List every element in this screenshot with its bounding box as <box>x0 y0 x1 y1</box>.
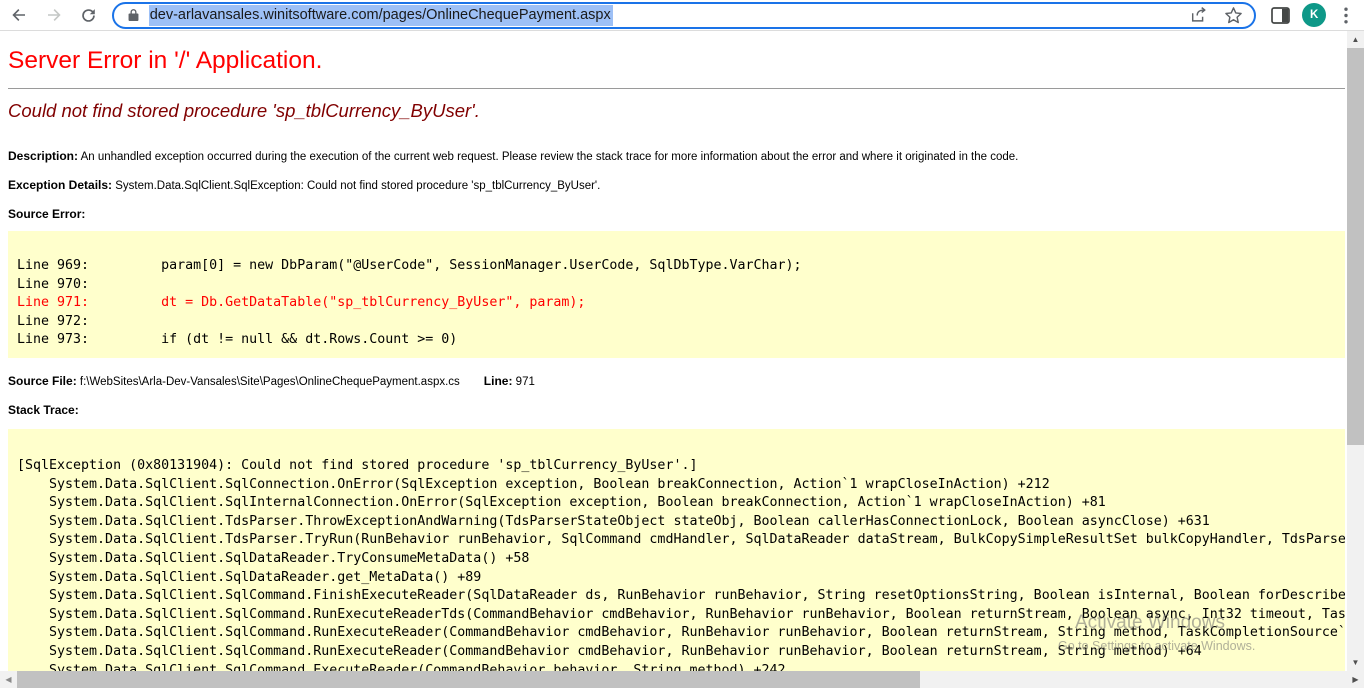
source-file-row: Source File: f:\WebSites\Arla-Dev-Vansal… <box>8 374 1345 389</box>
exception-label: Exception Details: <box>8 178 112 192</box>
stack-trace-code: [SqlException (0x80131904): Could not fi… <box>8 429 1345 688</box>
scroll-left-arrow-icon[interactable]: ◀ <box>0 671 17 688</box>
horizontal-scrollbar-thumb[interactable] <box>17 671 920 688</box>
stack-trace-line: System.Data.SqlClient.SqlCommand.FinishE… <box>17 587 1337 606</box>
scroll-up-arrow-icon[interactable]: ▲ <box>1347 31 1364 48</box>
vertical-scrollbar[interactable]: ▲ ▼ <box>1347 31 1364 671</box>
stack-trace-line: System.Data.SqlClient.SqlDataReader.TryC… <box>17 550 1337 569</box>
source-code-line: Line 973: if (dt != null && dt.Rows.Coun… <box>17 331 1337 350</box>
line-label: Line: <box>484 374 513 388</box>
share-icon[interactable] <box>1188 4 1210 26</box>
stack-trace-line: [SqlException (0x80131904): Could not fi… <box>17 457 1337 476</box>
source-code-line: Line 972: <box>17 313 1337 332</box>
vertical-scrollbar-thumb[interactable] <box>1347 48 1364 445</box>
back-icon[interactable] <box>9 5 29 25</box>
source-error-code: Line 969: param[0] = new DbParam("@UserC… <box>8 231 1345 358</box>
exception-row: Exception Details: System.Data.SqlClient… <box>8 178 1345 193</box>
description-row: Description: An unhandled exception occu… <box>8 149 1345 164</box>
stack-trace-line: System.Data.SqlClient.TdsParser.ThrowExc… <box>17 513 1337 532</box>
source-file-label: Source File: <box>8 374 77 388</box>
browser-toolbar: dev-arlavansales.winitsoftware.com/pages… <box>0 0 1364 31</box>
error-page: Server Error in '/' Application. Could n… <box>0 31 1347 688</box>
source-code-line: Line 971: dt = Db.GetDataTable("sp_tblCu… <box>17 294 1337 313</box>
divider <box>8 88 1345 89</box>
stack-trace-line: System.Data.SqlClient.SqlCommand.RunExec… <box>17 606 1337 625</box>
forward-icon[interactable] <box>44 5 64 25</box>
description-text: An unhandled exception occurred during t… <box>81 151 1019 163</box>
exception-text: System.Data.SqlClient.SqlException: Coul… <box>115 180 600 192</box>
description-label: Description: <box>8 149 78 163</box>
horizontal-scrollbar[interactable]: ◀ ▶ <box>0 671 1364 688</box>
source-file-path: f:\WebSites\Arla-Dev-Vansales\Site\Pages… <box>80 376 460 388</box>
stack-trace-heading: Stack Trace: <box>8 403 1345 418</box>
stack-trace-line: System.Data.SqlClient.SqlCommand.RunExec… <box>17 624 1337 643</box>
page-title: Server Error in '/' Application. <box>8 47 1345 75</box>
source-code-line: Line 970: <box>17 276 1337 295</box>
source-error-heading: Source Error: <box>8 207 1345 222</box>
line-number: 971 <box>516 376 535 388</box>
error-message: Could not find stored procedure 'sp_tblC… <box>8 99 1345 123</box>
menu-kebab-icon[interactable] <box>1336 5 1356 25</box>
url-text[interactable]: dev-arlavansales.winitsoftware.com/pages… <box>149 5 613 26</box>
address-bar[interactable]: dev-arlavansales.winitsoftware.com/pages… <box>112 2 1257 29</box>
reload-icon[interactable] <box>79 5 99 25</box>
source-code-line: Line 969: param[0] = new DbParam("@UserC… <box>17 257 1337 276</box>
scroll-down-arrow-icon[interactable]: ▼ <box>1347 654 1364 671</box>
lock-icon[interactable] <box>127 8 140 22</box>
profile-avatar[interactable]: K <box>1302 3 1326 27</box>
scroll-right-arrow-icon[interactable]: ▶ <box>1347 671 1364 688</box>
side-panel-icon[interactable] <box>1270 5 1290 25</box>
stack-trace-line: System.Data.SqlClient.SqlConnection.OnEr… <box>17 476 1337 495</box>
stack-trace-line: System.Data.SqlClient.TdsParser.TryRun(R… <box>17 531 1337 550</box>
stack-trace-line: System.Data.SqlClient.SqlCommand.RunExec… <box>17 643 1337 662</box>
stack-trace-line: System.Data.SqlClient.SqlDataReader.get_… <box>17 569 1337 588</box>
stack-trace-line: System.Data.SqlClient.SqlInternalConnect… <box>17 494 1337 513</box>
bookmark-star-icon[interactable] <box>1222 4 1244 26</box>
